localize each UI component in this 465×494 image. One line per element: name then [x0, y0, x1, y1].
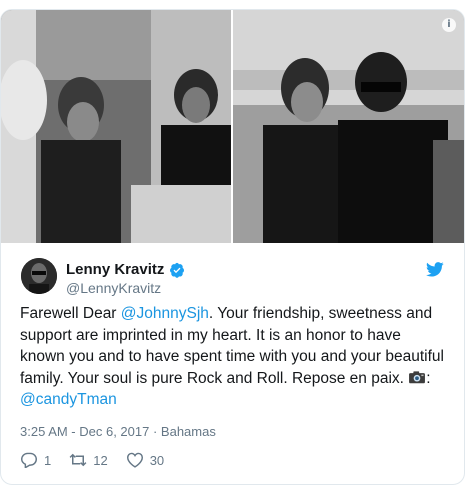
tweet-actions: 1 12 30 [20, 452, 182, 468]
retweet-button[interactable]: 12 [69, 452, 108, 468]
photo-left-image [1, 10, 231, 243]
tweet-timestamp[interactable]: 3:25 AM - Dec 6, 2017 [20, 424, 149, 439]
handle[interactable]: @LennyKravitz [66, 280, 161, 296]
tweet-location[interactable]: Bahamas [161, 424, 216, 439]
tweet-meta: 3:25 AM - Dec 6, 2017 · Bahamas [20, 424, 216, 439]
tweet-header: Lenny Kravitz @LennyKravitz [1, 243, 464, 301]
verified-icon [170, 262, 185, 278]
like-icon [126, 452, 143, 468]
camera-icon [409, 370, 426, 383]
tweet-media: i [1, 10, 464, 243]
photo-right[interactable]: i [233, 10, 464, 243]
avatar-image [21, 258, 57, 294]
tweet-text-intro: Farewell Dear [20, 305, 121, 322]
tweet-text: Farewell Dear @JohnnySjh. Your friendshi… [20, 303, 445, 411]
photo-left[interactable] [1, 10, 231, 243]
mention-johnnysjh-link[interactable]: @JohnnySjh [121, 305, 209, 322]
meta-separator: · [149, 424, 161, 439]
mention-candytman-link[interactable]: @candyTman [20, 391, 117, 408]
retweet-count: 12 [93, 452, 108, 468]
tweet-card: i Lenny Kravitz @LennyKravitz [0, 9, 465, 485]
like-count: 30 [149, 452, 165, 468]
tweet-text-colon: : [426, 369, 431, 387]
photo-right-image [233, 10, 464, 243]
info-icon[interactable]: i [442, 18, 456, 32]
reply-icon [20, 452, 38, 468]
twitter-bird-icon[interactable] [426, 262, 444, 277]
retweet-icon [69, 453, 87, 467]
reply-count: 1 [44, 452, 52, 468]
display-name[interactable]: Lenny Kravitz [66, 261, 164, 278]
name-row: Lenny Kravitz [66, 261, 185, 278]
reply-button[interactable]: 1 [20, 452, 51, 468]
avatar[interactable] [21, 258, 57, 294]
like-button[interactable]: 30 [126, 452, 164, 468]
